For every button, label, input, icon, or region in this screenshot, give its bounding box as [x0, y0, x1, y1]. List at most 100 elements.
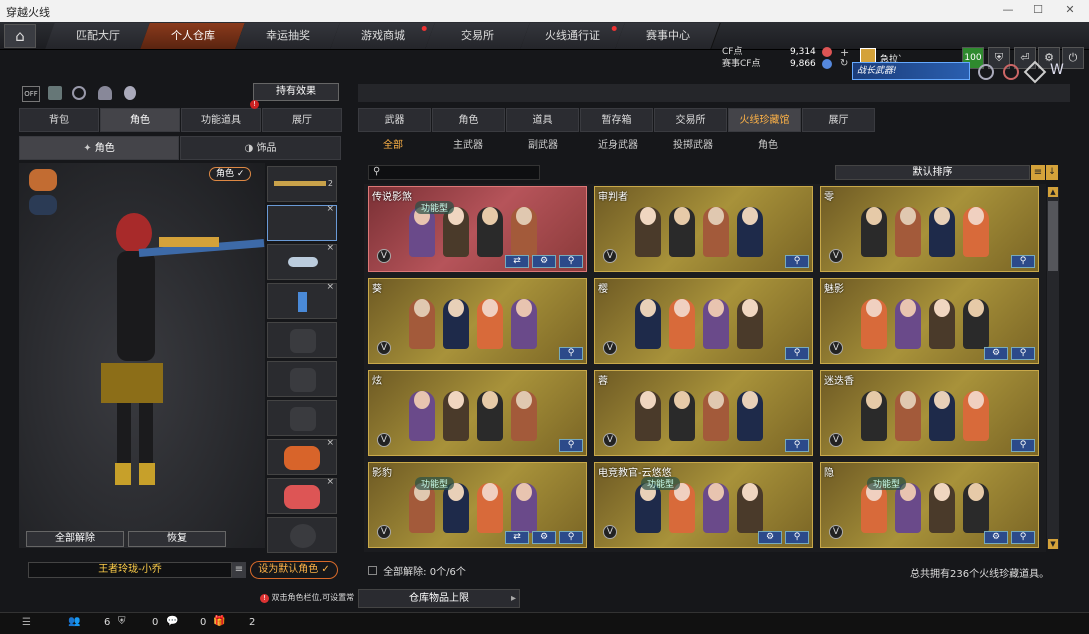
right-subtab-2[interactable]: 副武器 — [508, 136, 578, 156]
clan-icon[interactable]: ⛨ — [118, 616, 126, 627]
gear-icon[interactable]: ⚙ — [532, 255, 556, 268]
maximize-icon[interactable]: ☐ — [1026, 3, 1050, 19]
left-tab-3[interactable]: 展厅 — [262, 108, 342, 132]
equip-slot-3[interactable]: × — [267, 282, 337, 319]
equip-slot-0[interactable]: 2 — [267, 166, 337, 202]
search-icon[interactable]: ⚲ — [1011, 255, 1035, 268]
right-tab-0[interactable]: 武器 — [358, 108, 431, 132]
mouse-icon[interactable] — [124, 86, 136, 100]
right-subtab-1[interactable]: 主武器 — [433, 136, 503, 156]
chart-icon[interactable] — [48, 86, 62, 100]
item-card[interactable]: 魅影 V ⚙ ⚲ — [820, 278, 1039, 364]
search-input[interactable]: ⚲ — [368, 165, 540, 180]
remove-icon[interactable]: × — [326, 204, 334, 214]
search-icon[interactable]: ⚲ — [1011, 531, 1035, 544]
effect-button[interactable]: 持有效果 — [253, 83, 339, 101]
swap-icon[interactable]: ⇄ — [505, 255, 529, 268]
item-card[interactable]: 炫 V ⚲ — [368, 370, 587, 456]
item-card[interactable]: 传说影煞 功能型 V ⇄ ⚙ ⚲ — [368, 186, 587, 272]
remove-icon[interactable]: × — [326, 477, 334, 487]
equip-slot-4[interactable] — [267, 322, 337, 358]
item-card[interactable]: 审判者 V ⚲ — [594, 186, 813, 272]
rotate-icon[interactable] — [72, 86, 86, 100]
item-card[interactable]: 零 V ⚲ — [820, 186, 1039, 272]
subtab-role[interactable]: ✦ 角色 — [19, 136, 179, 160]
item-card[interactable]: 樱 V ⚲ — [594, 278, 813, 364]
item-card[interactable]: 葵 V ⚲ — [368, 278, 587, 364]
banner[interactable]: 战长武器! — [852, 62, 970, 80]
nav-tab-4[interactable]: 交易所 — [425, 23, 531, 49]
item-card[interactable]: 隐功能型 V ⚙ ⚲ — [820, 462, 1039, 548]
remove-icon[interactable]: × — [326, 438, 334, 448]
right-tab-4[interactable]: 交易所 — [654, 108, 727, 132]
search-icon[interactable]: ⚲ — [785, 439, 809, 452]
left-tab-1[interactable]: 角色 — [100, 108, 180, 132]
restore-button[interactable]: 恢复 — [128, 531, 226, 547]
right-tab-2[interactable]: 道具 — [506, 108, 579, 132]
list-icon[interactable]: ≡ — [232, 562, 246, 578]
refresh-icon[interactable]: ↻ — [840, 58, 848, 69]
w-icon[interactable]: W — [1050, 62, 1064, 78]
nav-tab-3[interactable]: 游戏商城 — [330, 23, 436, 49]
character-preview[interactable]: 角色 ✓ — [19, 163, 265, 548]
chat-icon[interactable]: 💬 — [166, 616, 178, 627]
search-icon[interactable]: ⚲ — [785, 531, 809, 544]
toggle-off-icon[interactable]: OFF — [22, 86, 40, 102]
nav-tab-2[interactable]: 幸运抽奖 — [235, 23, 341, 49]
gear-icon[interactable]: ⚙ — [984, 531, 1008, 544]
remove-icon[interactable]: × — [326, 282, 334, 292]
nav-tab-5[interactable]: 火线通行证 — [520, 23, 626, 49]
equip-slot-2[interactable]: × — [267, 243, 337, 280]
search-icon[interactable]: ⚲ — [559, 347, 583, 360]
search-icon[interactable]: ⚲ — [559, 255, 583, 268]
gear-icon[interactable]: ⚙ — [758, 531, 782, 544]
gift-icon[interactable]: 🎁 — [213, 616, 225, 627]
checkbox-icon[interactable] — [368, 566, 377, 575]
gear-icon[interactable]: ⚙ — [532, 531, 556, 544]
scroll-down-icon[interactable]: ▼ — [1048, 539, 1058, 549]
item-card[interactable]: 蓉 V ⚲ — [594, 370, 813, 456]
unequip-all-button[interactable]: 全部解除 — [26, 531, 124, 547]
item-card[interactable]: 电竞教官-云悠悠 功能型 V ⚙ ⚲ — [594, 462, 813, 548]
right-subtab-5[interactable]: 角色 — [733, 136, 803, 156]
emblem-icon[interactable] — [978, 64, 994, 80]
warehouse-limit-button[interactable]: 仓库物品上限 ▸ — [358, 589, 520, 608]
search-icon[interactable]: ⚲ — [559, 531, 583, 544]
sort-list-icon[interactable]: ≡ — [1031, 165, 1045, 180]
scrollbar[interactable]: ▲ ▼ — [1047, 187, 1059, 549]
equip-slot-6[interactable] — [267, 400, 337, 436]
equip-slot-5[interactable] — [267, 361, 337, 397]
nav-tab-0[interactable]: 匹配大厅 — [45, 23, 151, 49]
item-card[interactable]: 影豹 功能型 V ⇄ ⚙ ⚲ — [368, 462, 587, 548]
nav-tab-6[interactable]: 赛事中心 — [615, 23, 721, 49]
close-icon[interactable]: ✕ — [1058, 3, 1082, 19]
left-tab-2[interactable]: 功能道具 — [181, 108, 261, 132]
search-icon[interactable]: ⚲ — [1011, 347, 1035, 360]
search-icon[interactable]: ⚲ — [559, 439, 583, 452]
friends-icon[interactable]: 👥 — [68, 616, 80, 627]
target-icon[interactable] — [1003, 64, 1019, 80]
equip-slot-7[interactable]: × — [267, 438, 337, 475]
search-icon[interactable]: ⚲ — [785, 255, 809, 268]
search-icon[interactable]: ⚲ — [785, 347, 809, 360]
set-default-button[interactable]: 设为默认角色 ✓ — [250, 561, 338, 579]
menu-icon[interactable]: ☰ — [22, 617, 31, 628]
left-tab-0[interactable]: 背包 — [19, 108, 99, 132]
scroll-up-icon[interactable]: ▲ — [1048, 187, 1058, 197]
swap-icon[interactable]: ⇄ — [505, 531, 529, 544]
figure-icon[interactable] — [98, 86, 112, 100]
gear-icon[interactable]: ⚙ — [984, 347, 1008, 360]
right-tab-3[interactable]: 暂存箱 — [580, 108, 653, 132]
nav-tab-1[interactable]: 个人仓库 — [140, 23, 246, 49]
right-subtab-4[interactable]: 投掷武器 — [658, 136, 728, 156]
minimize-icon[interactable]: — — [996, 3, 1020, 19]
scroll-thumb[interactable] — [1048, 201, 1058, 271]
item-card[interactable]: 迷迭香 V ⚲ — [820, 370, 1039, 456]
home-icon[interactable]: ⌂ — [4, 24, 36, 48]
sort-select[interactable]: 默认排序 — [835, 165, 1030, 180]
equip-slot-1[interactable]: × — [267, 204, 337, 241]
power-icon[interactable]: ⏻ — [1062, 47, 1084, 69]
equip-slot-8[interactable]: × — [267, 477, 337, 514]
right-subtab-3[interactable]: 近身武器 — [583, 136, 653, 156]
right-tab-5[interactable]: 火线珍藏馆 — [728, 108, 801, 132]
